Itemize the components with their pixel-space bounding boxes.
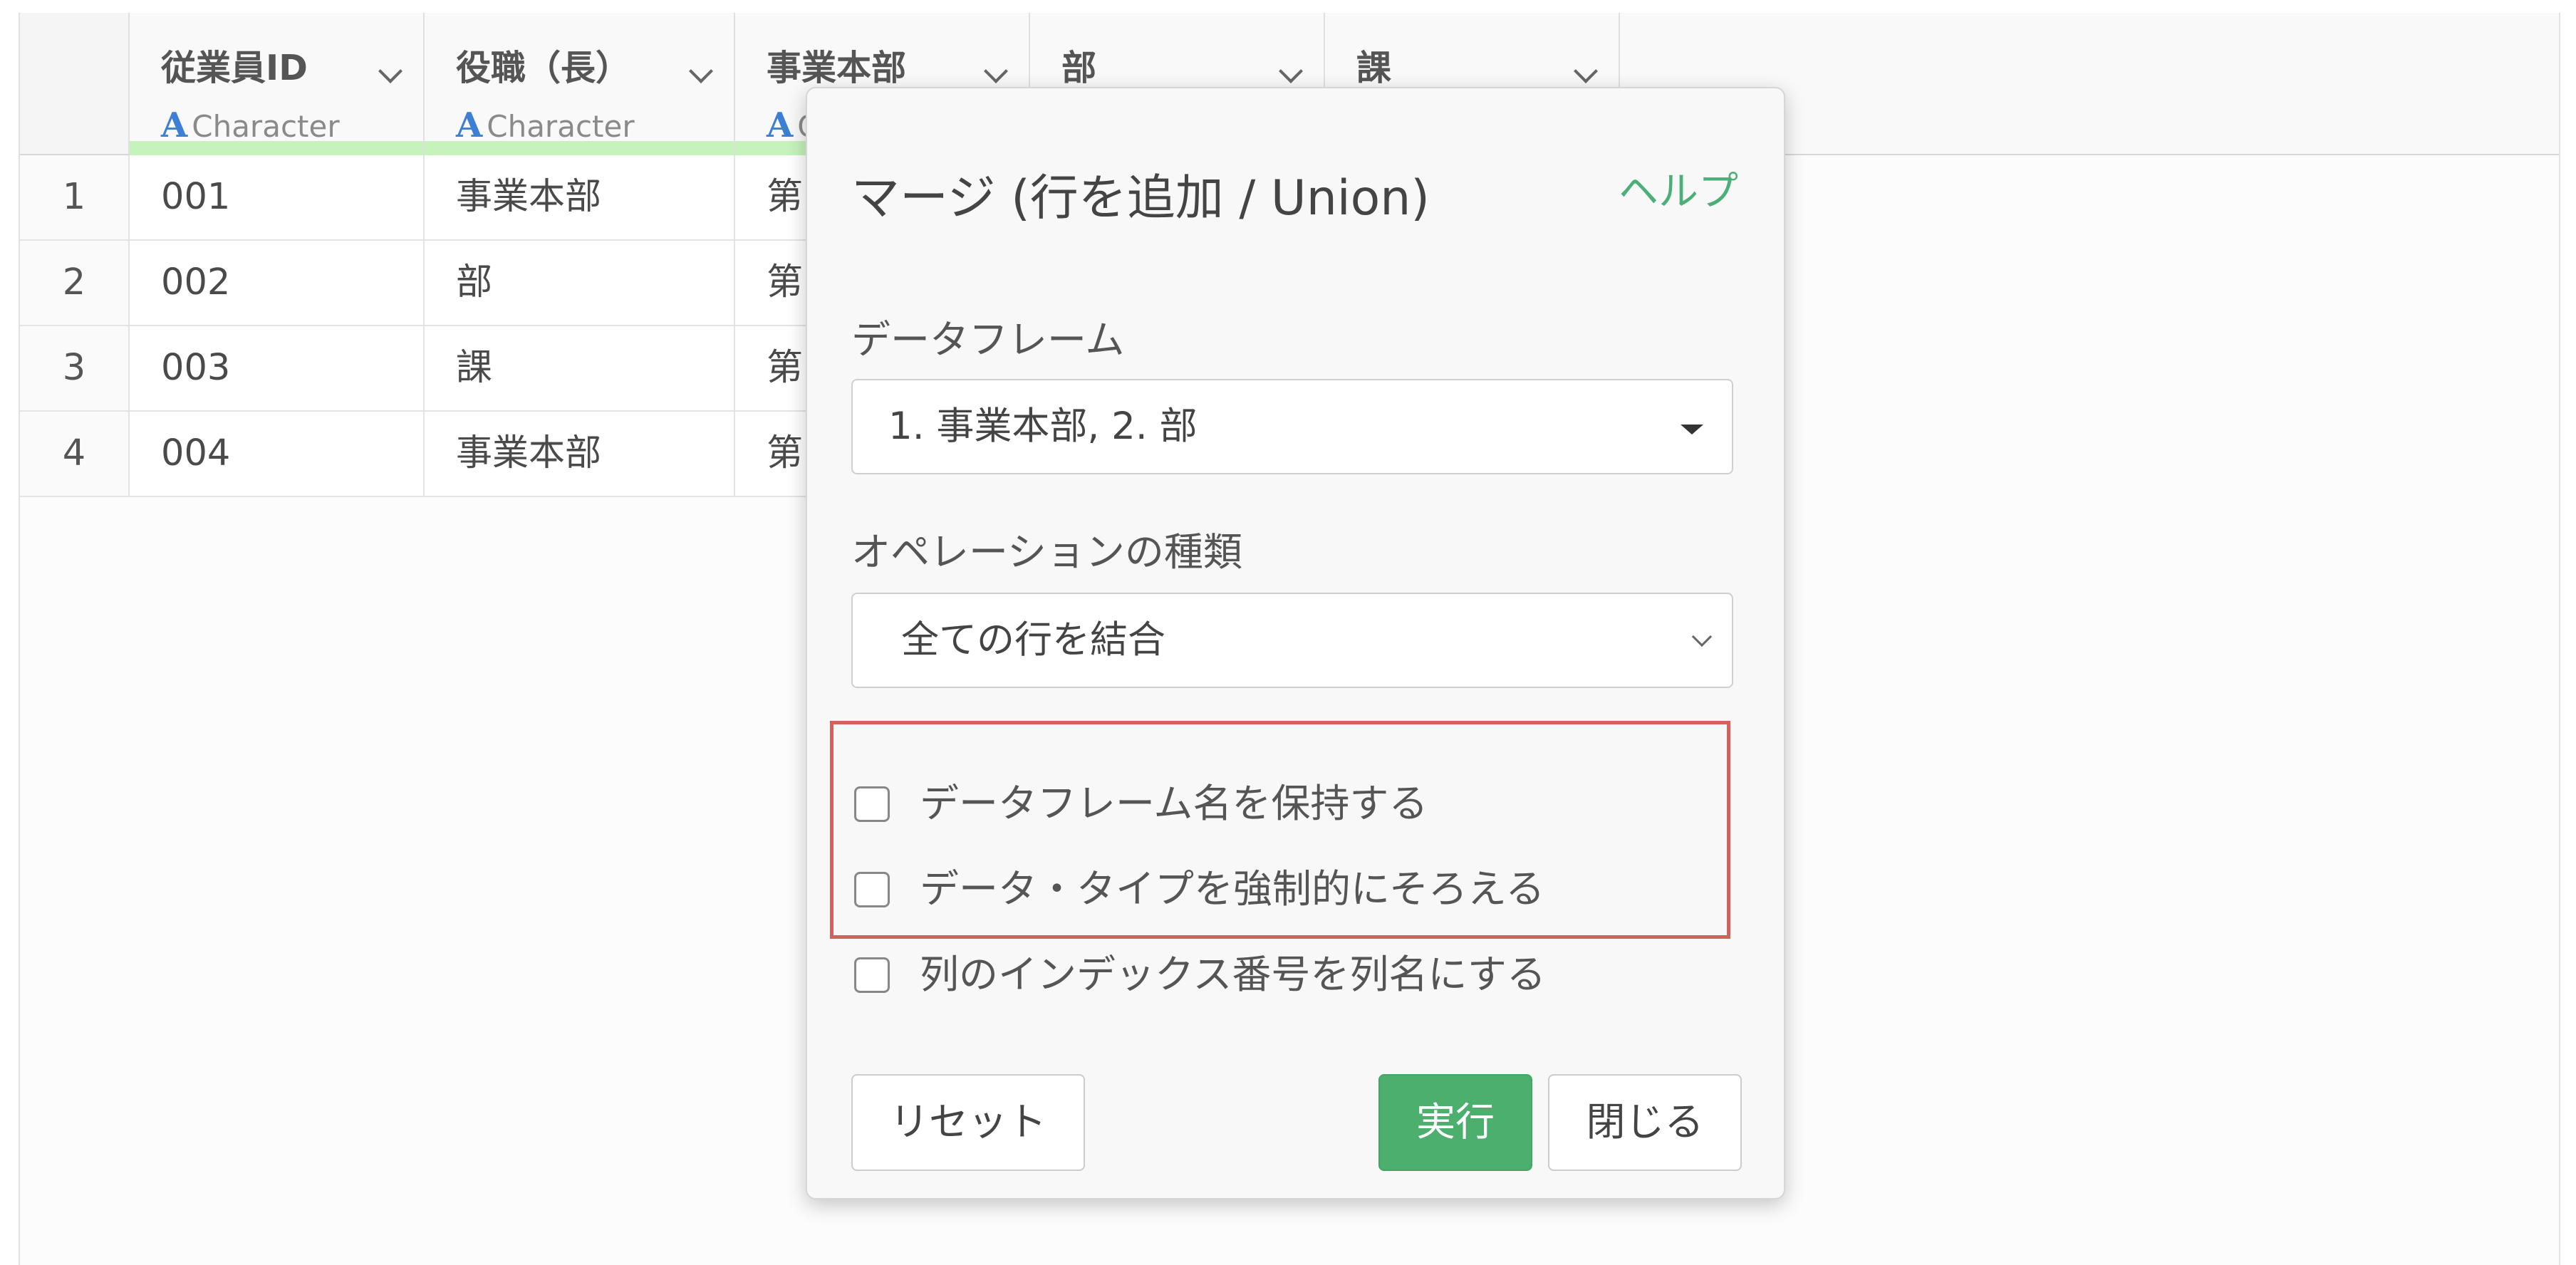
table-cell[interactable]: 002 <box>130 241 425 326</box>
table-cell[interactable]: 事業本部 <box>425 412 735 497</box>
chevron-down-icon[interactable] <box>1279 59 1303 83</box>
table-cell[interactable]: 部 <box>425 241 735 326</box>
help-link[interactable]: ヘルプ <box>1619 160 1738 217</box>
force-data-type-checkbox[interactable] <box>854 872 890 907</box>
column-type: A Character <box>161 105 340 145</box>
dataframe-label: データフレーム <box>851 317 1125 363</box>
dialog-title: マージ (行を追加 / Union) <box>851 170 1430 227</box>
chevron-down-icon[interactable] <box>689 59 713 83</box>
table-cell[interactable]: 事業本部 <box>425 155 735 241</box>
row-number: 4 <box>20 412 130 497</box>
character-type-icon: A <box>767 105 794 145</box>
character-type-icon: A <box>456 105 483 145</box>
row-index-header <box>20 13 130 155</box>
table-cell[interactable]: 課 <box>425 326 735 412</box>
run-button[interactable]: 実行 <box>1378 1074 1532 1171</box>
chevron-down-icon[interactable] <box>984 59 1008 83</box>
reset-button[interactable]: リセット <box>851 1074 1085 1171</box>
close-button[interactable]: 閉じる <box>1548 1074 1742 1171</box>
keep-dataframe-name-checkbox[interactable] <box>854 786 890 822</box>
table-cell[interactable]: 003 <box>130 326 425 412</box>
operation-select-value: 全ての行を結合 <box>901 618 1165 662</box>
row-number: 2 <box>20 241 130 326</box>
checkbox-label: データフレーム名を保持する <box>920 781 1428 826</box>
table-cell[interactable]: 004 <box>130 412 425 497</box>
column-name: 部 <box>1061 48 1097 88</box>
character-type-icon: A <box>161 105 188 145</box>
column-name: 課 <box>1356 48 1392 88</box>
row-number: 3 <box>20 326 130 412</box>
dataframe-select[interactable]: 1. 事業本部, 2. 部 <box>851 379 1733 474</box>
table-cell[interactable]: 001 <box>130 155 425 241</box>
column-name: 従業員ID <box>161 48 308 88</box>
column-name: 役職（長） <box>456 48 631 88</box>
checkbox-label: データ・タイプを強制的にそろえる <box>920 866 1545 912</box>
column-header-employee-id[interactable]: 従業員ID A Character <box>130 13 425 155</box>
index-as-column-name-checkbox[interactable] <box>854 957 890 993</box>
caret-down-icon <box>1681 425 1703 434</box>
row-number: 1 <box>20 155 130 241</box>
column-type: A Character <box>456 105 635 145</box>
dataframe-select-value: 1. 事業本部, 2. 部 <box>888 405 1198 448</box>
chevron-down-icon[interactable] <box>378 59 402 83</box>
column-quality-bar <box>425 141 734 155</box>
column-header-role[interactable]: 役職（長） A Character <box>425 13 735 155</box>
chevron-down-icon <box>1691 626 1713 647</box>
column-name: 事業本部 <box>767 48 907 88</box>
chevron-down-icon[interactable] <box>1574 59 1598 83</box>
operation-label: オペレーションの種類 <box>851 529 1242 575</box>
column-quality-bar <box>130 141 423 155</box>
merge-dialog: マージ (行を追加 / Union) ヘルプ データフレーム 1. 事業本部, … <box>806 87 1785 1199</box>
operation-select[interactable]: 全ての行を結合 <box>851 593 1733 688</box>
checkbox-label: 列のインデックス番号を列名にする <box>920 952 1546 997</box>
